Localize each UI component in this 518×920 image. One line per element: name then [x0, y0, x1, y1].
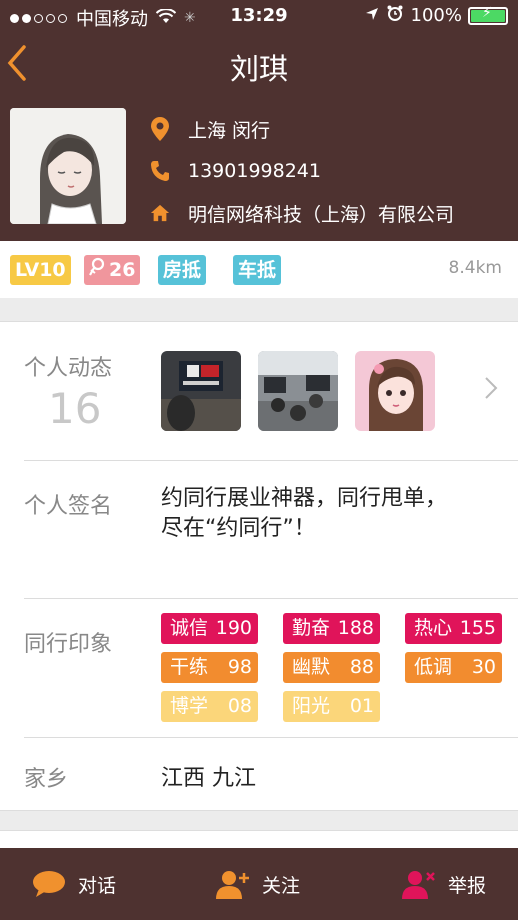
phone-number[interactable]: 13901998241: [188, 160, 321, 182]
level-badge: LV10: [10, 255, 71, 285]
impression-count: 155: [459, 617, 496, 639]
location-arrow-icon: [365, 5, 379, 26]
impression-name: 诚信: [170, 617, 209, 639]
impression-tag: 幽默 88: [283, 652, 380, 683]
nav-bar: 刘琪: [0, 38, 518, 90]
divider: [24, 737, 518, 738]
impression-tag: 干练 98: [161, 652, 258, 683]
contact-info: 上海 闵行 13901998241 明信网络科技（上海）有限公司: [150, 108, 454, 234]
signature-line: 尽在“约同行”！: [161, 516, 316, 541]
impression-tag: 阳光 01: [283, 691, 380, 722]
chat-bubble-icon: [32, 870, 66, 898]
signature-label: 个人签名: [24, 494, 113, 519]
tag-bar: LV10 26 房抵 车抵 8.4km: [0, 241, 518, 298]
battery-percent: 100%: [410, 5, 462, 26]
bottom-spacer: [0, 830, 518, 849]
post-thumbnail[interactable]: [161, 351, 241, 431]
impression-count: 190: [215, 617, 252, 639]
impression-tag: 低调 30: [405, 652, 502, 683]
status-bar: 中国移动 ✳ 13:29 100% ⚡: [0, 0, 518, 32]
report-label: 举报: [448, 874, 487, 897]
signature-line: 约同行展业神器，同行甩单，: [161, 486, 448, 511]
alarm-icon: [387, 5, 403, 26]
page-title: 刘琪: [229, 52, 288, 86]
battery-icon: ⚡: [468, 5, 508, 25]
impression-name: 幽默: [292, 656, 331, 678]
post-thumbnail[interactable]: [355, 351, 435, 431]
report-button[interactable]: 举报: [402, 848, 486, 920]
home-icon: [150, 201, 170, 225]
impression-name: 阳光: [292, 695, 331, 717]
report-user-icon: [402, 869, 436, 899]
impression-name: 低调: [414, 656, 453, 678]
signature-text: 约同行展业神器，同行甩单， 尽在“约同行”！: [161, 484, 491, 544]
impression-count: 188: [337, 617, 374, 639]
impression-label: 同行印象: [24, 632, 113, 657]
impression-tag: 勤奋 188: [283, 613, 380, 644]
impression-name: 热心: [414, 617, 453, 639]
follow-label: 关注: [262, 874, 301, 897]
divider: [24, 598, 518, 599]
impression-count: 30: [471, 656, 496, 678]
flower-icon: [89, 256, 105, 286]
house-mortgage-tag: 房抵: [158, 255, 207, 285]
impression-tag: 博学 08: [161, 691, 258, 722]
flower-badge: 26: [84, 255, 141, 286]
avatar[interactable]: [10, 108, 126, 224]
impression-count: 98: [227, 656, 252, 678]
phone-icon: [150, 159, 170, 183]
impression-count: 01: [349, 695, 374, 717]
action-bar: 对话 关注 举报: [0, 848, 518, 920]
impression-name: 干练: [170, 656, 209, 678]
impression-tag: 诚信 190: [161, 613, 258, 644]
location-pin-icon: [150, 117, 170, 141]
distance-text: 8.4km: [448, 258, 502, 278]
hometown-value: 江西 九江: [161, 766, 256, 791]
impression-name: 博学: [170, 695, 209, 717]
chat-button[interactable]: 对话: [32, 848, 116, 920]
flower-count: 26: [109, 259, 136, 281]
car-mortgage-tag: 车抵: [233, 255, 282, 285]
hometown-label: 家乡: [24, 767, 69, 792]
location-row: 上海 闵行: [150, 108, 454, 150]
impression-count: 08: [227, 695, 252, 717]
impression-tag: 热心 155: [405, 613, 502, 644]
profile-header: 中国移动 ✳ 13:29 100% ⚡ 刘琪 上海 闵行 13901998241…: [0, 0, 518, 241]
chat-label: 对话: [78, 874, 117, 897]
location-text: 上海 闵行: [188, 119, 271, 142]
posts-count: 16: [48, 384, 102, 433]
phone-row[interactable]: 13901998241: [150, 150, 454, 192]
company-name: 明信网络科技（上海）有限公司: [188, 203, 455, 226]
impression-count: 88: [349, 656, 374, 678]
company-row: 明信网络科技（上海）有限公司: [150, 192, 454, 234]
impression-name: 勤奋: [292, 617, 331, 639]
profile-details-card: 个人动态 16 个人签名 约同行展业神器，同行甩单， 尽在“约同行”！ 同行印象…: [0, 321, 518, 811]
chevron-right-icon[interactable]: [484, 376, 498, 407]
divider: [24, 460, 518, 461]
follow-button[interactable]: 关注: [216, 848, 300, 920]
posts-label: 个人动态: [24, 356, 113, 381]
post-thumbnail[interactable]: [258, 351, 338, 431]
add-user-icon: [216, 869, 250, 899]
